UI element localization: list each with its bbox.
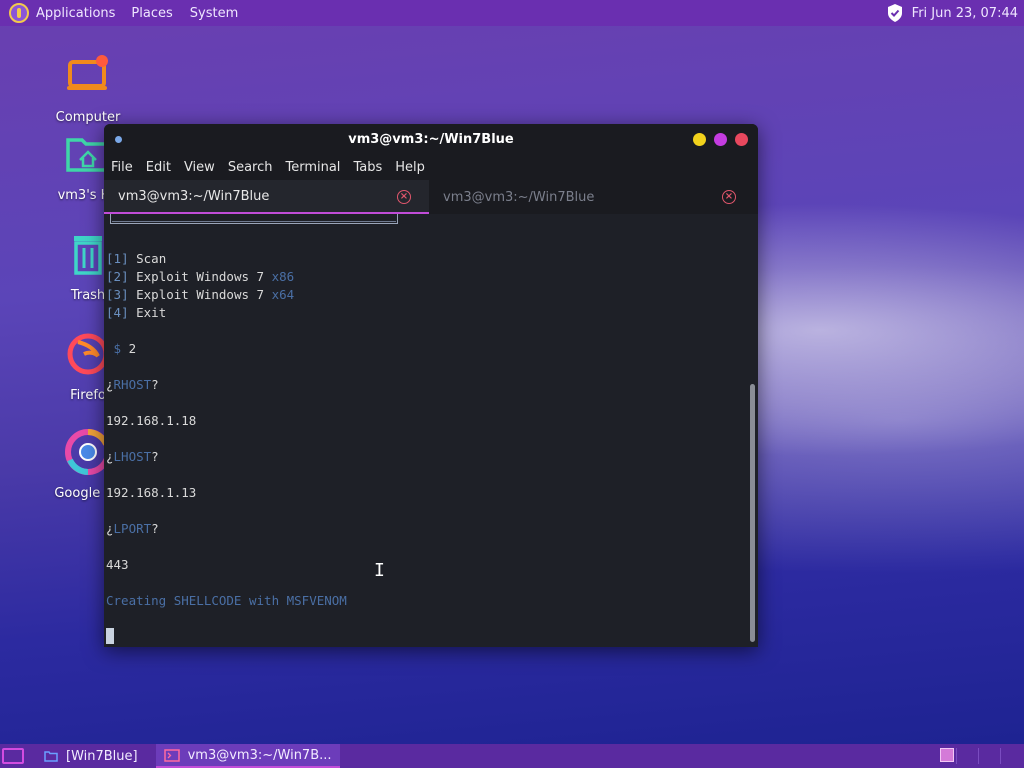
- workspace-1[interactable]: [940, 748, 954, 762]
- scrollbar[interactable]: [750, 384, 755, 642]
- tab-1[interactable]: vm3@vm3:~/Win7Blue ×: [104, 180, 429, 214]
- option-text: Exploit Windows 7: [136, 287, 265, 302]
- menu-option-line: [4] Exit: [106, 305, 167, 320]
- show-desktop-icon[interactable]: [2, 748, 24, 764]
- menu-help[interactable]: Help: [395, 160, 425, 175]
- option-number: 4: [113, 305, 122, 320]
- workspace-4[interactable]: [1000, 748, 1020, 764]
- rhost-label: RHOST: [113, 377, 152, 392]
- lhost-prompt: ¿LHOST?: [106, 449, 159, 464]
- option-number: 1: [113, 251, 122, 266]
- clock[interactable]: Fri Jun 23, 07:44: [912, 6, 1018, 21]
- tab-2[interactable]: vm3@vm3:~/Win7Blue ×: [429, 180, 754, 214]
- minimize-button[interactable]: [693, 133, 706, 146]
- menu-option-line: [2] Exploit Windows 7 x86: [106, 269, 295, 284]
- rhost-prompt: ¿RHOST?: [106, 377, 159, 392]
- applications-menu-icon[interactable]: [9, 3, 29, 23]
- taskbar-label: vm3@vm3:~/Win7B...: [187, 747, 332, 763]
- tab-close-icon[interactable]: ×: [722, 190, 736, 204]
- menu-file[interactable]: File: [111, 160, 133, 175]
- menu-option-line: [1] Scan: [106, 251, 167, 266]
- menu-search[interactable]: Search: [228, 160, 273, 175]
- option-number: 3: [113, 287, 122, 302]
- workspace-2[interactable]: [956, 748, 976, 764]
- terminal-output[interactable]: [1] Scan [2] Exploit Windows 7 x86 [3] E…: [104, 214, 758, 647]
- top-panel: Applications Places System Fri Jun 23, 0…: [0, 0, 1024, 26]
- terminal-menubar: File Edit View Search Terminal Tabs Help: [104, 154, 758, 180]
- rhost-value: 192.168.1.18: [106, 413, 197, 428]
- close-button[interactable]: [735, 133, 748, 146]
- menu-view[interactable]: View: [184, 160, 215, 175]
- workspace-switcher: [940, 748, 1020, 764]
- lport-label: LPORT: [113, 521, 152, 536]
- lhost-value: 192.168.1.13: [106, 485, 197, 500]
- window-menu-icon[interactable]: [115, 136, 122, 143]
- desktop-icon-computer[interactable]: Computer: [38, 52, 138, 125]
- terminal-window[interactable]: vm3@vm3:~/Win7Blue File Edit View Search…: [104, 124, 758, 647]
- terminal-icon: [163, 748, 180, 762]
- taskbar-item-files[interactable]: [Win7Blue]: [36, 744, 146, 768]
- window-title: vm3@vm3:~/Win7Blue: [348, 131, 514, 147]
- taskbar-label: [Win7Blue]: [66, 748, 138, 764]
- computer-icon: [67, 55, 108, 90]
- window-titlebar[interactable]: vm3@vm3:~/Win7Blue: [104, 124, 758, 154]
- lhost-label: LHOST: [113, 449, 152, 464]
- status-line: Creating SHELLCODE with MSFVENOM: [106, 593, 347, 608]
- desktop-icon-label: Computer: [55, 110, 121, 125]
- ascii-box-inner: [112, 214, 396, 222]
- lport-value: 443: [106, 557, 129, 572]
- menu-tabs[interactable]: Tabs: [353, 160, 382, 175]
- lport-prompt: ¿LPORT?: [106, 521, 159, 536]
- text-cursor: [106, 628, 114, 644]
- menu-terminal[interactable]: Terminal: [285, 160, 340, 175]
- prompt-input: 2: [128, 341, 137, 356]
- option-suffix: x64: [271, 287, 295, 302]
- prompt-line: $ 2: [106, 340, 137, 358]
- places-menu[interactable]: Places: [131, 6, 172, 21]
- menu-option-line: [3] Exploit Windows 7 x64: [106, 287, 295, 302]
- menu-edit[interactable]: Edit: [146, 160, 171, 175]
- option-text: Exploit Windows 7: [136, 269, 265, 284]
- prompt-symbol: $: [113, 341, 122, 356]
- tab-bar: vm3@vm3:~/Win7Blue × vm3@vm3:~/Win7Blue …: [104, 180, 758, 214]
- tab-label: vm3@vm3:~/Win7Blue: [118, 188, 270, 204]
- option-number: 2: [113, 269, 122, 284]
- taskbar-item-terminal[interactable]: vm3@vm3:~/Win7B...: [155, 744, 340, 768]
- ibeam-cursor-icon: I: [374, 560, 385, 581]
- system-menu[interactable]: System: [190, 6, 238, 21]
- option-suffix: x86: [271, 269, 295, 284]
- folder-icon: [44, 751, 58, 762]
- tab-label: vm3@vm3:~/Win7Blue: [443, 189, 595, 205]
- maximize-button[interactable]: [714, 133, 727, 146]
- shield-icon[interactable]: [886, 3, 904, 23]
- tab-close-icon[interactable]: ×: [397, 190, 411, 204]
- option-text: Scan: [136, 251, 167, 266]
- bottom-panel: [Win7Blue] vm3@vm3:~/Win7B...: [0, 744, 1024, 768]
- applications-menu[interactable]: Applications: [36, 6, 115, 21]
- option-text: Exit: [136, 305, 167, 320]
- workspace-3[interactable]: [978, 748, 998, 764]
